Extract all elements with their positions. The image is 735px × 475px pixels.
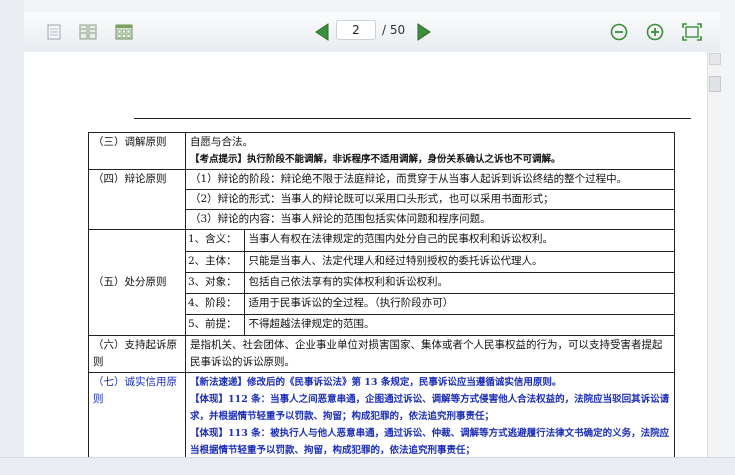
content-line: （2）辩论的形式：当事人的辩论既可以采用口头形式，也可以采用书面形式；	[186, 189, 674, 210]
item-value: 包括自己依法享有的实体权利和诉讼权利。	[244, 272, 674, 294]
new-law-note: 【新法速递】修改后的《民事诉讼法》第 13 条规定，民事诉讼应当遵循诚实信用原则…	[190, 377, 562, 388]
content-line: 是指机关、社会团体、企业事业单位对损害国家、集体或者个人民事权益的行为，可以支持…	[190, 339, 663, 368]
thumbnail-grid-icon[interactable]	[114, 22, 134, 42]
content-line: 自愿与合法。	[190, 136, 253, 148]
page-navigator: / 50	[336, 20, 405, 40]
fullscreen-icon[interactable]	[682, 22, 702, 42]
table-row: （三）调解原则 自愿与合法。 【考点提示】执行阶段不能调解，非诉程序不适用调解，…	[88, 132, 675, 170]
page-total-label: / 50	[382, 23, 406, 37]
zoom-in-icon[interactable]	[645, 22, 665, 42]
table-row: （四）辩论原则 （1）辩论的阶段：辩论绝不限于法庭辩论，而贯穿于从当事人起诉到诉…	[88, 169, 675, 230]
page-number-input[interactable]	[336, 20, 376, 40]
viewer-toolbar: / 50	[24, 12, 720, 53]
single-page-icon[interactable]	[44, 22, 64, 42]
row-heading: （三）调解原则	[88, 132, 186, 170]
item-key: 1、含义：	[186, 230, 245, 252]
document-page: （三）调解原则 自愿与合法。 【考点提示】执行阶段不能调解，非诉程序不适用调解，…	[24, 52, 707, 457]
row-content: 1、含义： 当事人有权在法律规定的范围内处分自己的民事权利和诉讼权利。 2、主体：…	[185, 229, 675, 336]
header-rule	[134, 118, 691, 119]
content-line: 【体现】112 条：当事人之间恶意串通，企图通过诉讼、调解等方式侵害他人合法权益…	[190, 394, 670, 422]
item-value: 只能是当事人、法定代理人和经过特别授权的委托诉讼代理人。	[244, 251, 674, 273]
item-value: 不得超越法律规定的范围。	[248, 317, 375, 330]
item-value: 当事人有权在法律规定的范围内处分自己的民事权利和诉讼权利。	[244, 230, 674, 252]
row-content: （1）辩论的阶段：辩论绝不限于法庭辩论，而贯穿于从当事人起诉到诉讼终结的整个过程…	[185, 169, 675, 230]
row-heading: （七）诚实信用原则	[88, 372, 186, 457]
zoom-out-icon[interactable]	[609, 22, 629, 42]
item-key: 2、主体：	[186, 251, 245, 273]
table-row: （五）处分原则 1、含义： 当事人有权在法律规定的范围内处分自己的民事权利和诉讼权…	[88, 229, 675, 336]
table-row: （七）诚实信用原则 【新法速递】修改后的《民事诉讼法》第 13 条规定，民事诉讼…	[88, 372, 675, 457]
scroll-thumb[interactable]	[709, 76, 721, 92]
bottom-bar	[0, 457, 735, 475]
exam-tip: 【考点提示】执行阶段不能调解，非诉程序不适用调解，身份关系确认之诉也不可调解。	[190, 154, 561, 165]
content-line: （1）辩论的阶段：辩论绝不限于法庭辩论，而贯穿于从当事人起诉到诉讼终结的整个过程…	[186, 170, 674, 190]
row-content: 【新法速递】修改后的《民事诉讼法》第 13 条规定，民事诉讼应当遵循诚实信用原则…	[185, 372, 675, 457]
row-content: 是指机关、社会团体、企业事业单位对损害国家、集体或者个人民事权益的行为，可以支持…	[185, 335, 675, 373]
two-page-icon[interactable]	[78, 22, 98, 42]
scroll-up-button[interactable]	[709, 53, 721, 65]
vertical-scrollbar[interactable]	[707, 52, 722, 457]
item-key: 3、对象：	[186, 272, 245, 294]
principles-table: （三）调解原则 自愿与合法。 【考点提示】执行阶段不能调解，非诉程序不适用调解，…	[88, 132, 675, 457]
item-key: 5、前提：	[186, 314, 245, 335]
item-key: 4、阶段：	[186, 293, 245, 315]
arrow-left-icon[interactable]	[312, 22, 332, 42]
item-value: 适用于民事诉讼的全过程。（执行阶段亦可）	[244, 293, 674, 315]
row-heading: （六）支持起诉原则	[88, 335, 186, 373]
arrow-right-icon[interactable]	[414, 22, 434, 42]
table-row: （六）支持起诉原则 是指机关、社会团体、企业事业单位对损害国家、集体或者个人民事…	[88, 335, 675, 373]
row-content: 自愿与合法。 【考点提示】执行阶段不能调解，非诉程序不适用调解，身份关系确认之诉…	[185, 132, 675, 170]
row-heading: （五）处分原则	[88, 229, 186, 336]
content-line: （3）辩论的内容：当事人辩论的范围包括实体问题和程序问题。	[190, 213, 491, 225]
row-heading: （四）辩论原则	[88, 169, 186, 230]
content-line: 【体现】113 条：被执行人与他人恶意串通，通过诉讼、仲裁、调解等方式逃避履行法…	[190, 428, 670, 456]
